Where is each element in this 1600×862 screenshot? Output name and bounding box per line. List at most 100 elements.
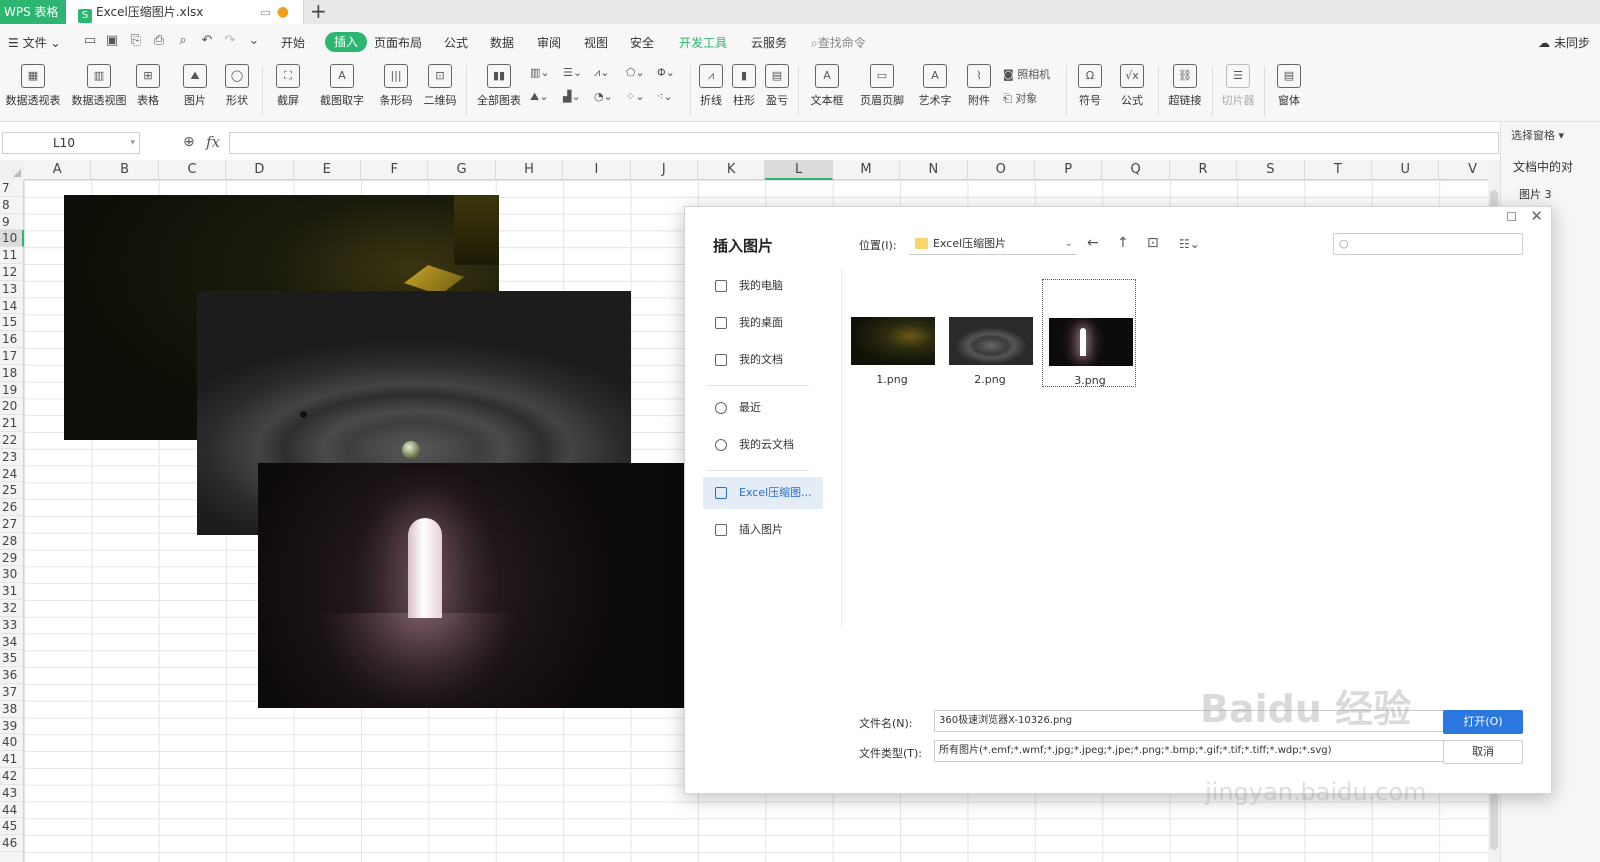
row-header-30[interactable]: 30 <box>0 566 24 584</box>
qrcode-button[interactable]: ⊡ 二维码 <box>422 64 458 108</box>
export-icon[interactable]: ⎘ <box>128 33 144 49</box>
column-header-l[interactable]: L <box>765 160 833 180</box>
close-icon[interactable]: ✕ <box>1530 207 1543 225</box>
nav-my-computer[interactable]: 我的电脑 <box>703 270 823 302</box>
row-header-38[interactable]: 38 <box>0 701 24 718</box>
nav-excel-folder[interactable]: Excel压缩图... <box>703 477 823 509</box>
row-header-31[interactable]: 31 <box>0 583 24 600</box>
inserted-picture-3[interactable] <box>258 463 684 708</box>
column-header-m[interactable]: M <box>833 160 901 180</box>
column-header-u[interactable]: U <box>1372 160 1440 180</box>
menu-developer[interactable]: 开发工具 <box>679 34 727 51</box>
column-header-q[interactable]: Q <box>1102 160 1170 180</box>
sparkline-line-button[interactable]: ⩘ 折线 <box>698 64 724 108</box>
menu-cloud[interactable]: 云服务 <box>751 34 787 51</box>
row-header-16[interactable]: 16 <box>0 331 24 348</box>
location-dropdown[interactable]: Excel压缩图片 ⌄ <box>909 233 1077 255</box>
column-header-p[interactable]: P <box>1035 160 1103 180</box>
row-header-36[interactable]: 36 <box>0 667 24 684</box>
column-header-r[interactable]: R <box>1170 160 1238 180</box>
column-header-h[interactable]: H <box>496 160 564 180</box>
barcode-button[interactable]: ||| 条形码 <box>378 64 414 108</box>
row-header-28[interactable]: 28 <box>0 533 24 550</box>
column-header-f[interactable]: F <box>361 160 429 180</box>
bar-chart-h-icon[interactable]: ☰⌄ <box>563 66 582 79</box>
column-header-c[interactable]: C <box>159 160 227 180</box>
document-tab[interactable]: S Excel压缩图片.xlsx ▭ ● <box>66 0 304 24</box>
row-header-43[interactable]: 43 <box>0 785 24 802</box>
row-header-39[interactable]: 39 <box>0 718 24 735</box>
row-header-19[interactable]: 19 <box>0 382 24 399</box>
row-header-35[interactable]: 35 <box>0 650 24 668</box>
nav-cloud-docs[interactable]: 我的云文档 <box>703 429 823 461</box>
row-header-32[interactable]: 32 <box>0 600 24 617</box>
column-header-d[interactable]: D <box>226 160 294 180</box>
column-header-b[interactable]: B <box>91 160 159 180</box>
nav-documents[interactable]: 我的文档 <box>703 344 823 376</box>
menu-view[interactable]: 视图 <box>584 34 608 51</box>
column-header-k[interactable]: K <box>698 160 766 180</box>
column-header-v[interactable]: V <box>1439 160 1488 180</box>
header-footer-button[interactable]: ▭ 页眉页脚 <box>859 64 905 108</box>
equation-button[interactable]: √x 公式 <box>1115 64 1149 108</box>
column-header-s[interactable]: S <box>1237 160 1305 180</box>
bubble-chart-icon[interactable]: ⁖⌄ <box>657 90 673 103</box>
select-all-corner[interactable] <box>0 160 24 180</box>
row-header-37[interactable]: 37 <box>0 684 24 701</box>
sparkline-winloss-button[interactable]: ▤ 盈亏 <box>764 64 790 108</box>
row-header-10[interactable]: 10 <box>0 230 24 248</box>
menu-review[interactable]: 审阅 <box>537 34 561 51</box>
attachment-button[interactable]: ⌇ 附件 <box>966 64 992 108</box>
column-chart-icon[interactable]: ▥⌄ <box>530 66 550 79</box>
view-mode-icon[interactable]: ☷⌄ <box>1179 237 1200 251</box>
column-header-e[interactable]: E <box>294 160 361 180</box>
combo-chart-icon[interactable]: ▟⌄ <box>563 90 581 103</box>
row-header-44[interactable]: 44 <box>0 802 24 819</box>
hyperlink-button[interactable]: ⛓ 超链接 <box>1166 64 1204 108</box>
ocr-button[interactable]: A 截图取字 <box>314 64 370 108</box>
pie-chart-icon[interactable]: ◔⌄ <box>594 90 613 103</box>
symbol-button[interactable]: Ω 符号 <box>1073 64 1107 108</box>
object-button[interactable]: ⎗ 对象 <box>1003 90 1037 106</box>
nav-desktop[interactable]: 我的桌面 <box>703 307 823 339</box>
filetype-select[interactable]: 所有图片(*.emf;*.wmf;*.jpg;*.jpeg;*.jpe;*.pn… <box>934 740 1444 762</box>
wordart-button[interactable]: A 艺术字 <box>914 64 956 108</box>
row-header-29[interactable]: 29 <box>0 550 24 567</box>
column-header-n[interactable]: N <box>900 160 968 180</box>
search-input[interactable]: ○ <box>1333 233 1523 255</box>
row-header-13[interactable]: 13 <box>0 281 24 298</box>
column-header-g[interactable]: G <box>428 160 496 180</box>
column-header-o[interactable]: O <box>968 160 1035 180</box>
picture-button[interactable]: ⛰ 图片 <box>178 64 212 108</box>
row-header-34[interactable]: 34 <box>0 634 24 651</box>
maximize-icon[interactable]: ☐ <box>1506 210 1517 224</box>
sync-status[interactable]: ☁ 未同步 <box>1538 34 1590 51</box>
search-command[interactable]: ⌕查找命令 <box>811 34 866 51</box>
formula-input[interactable] <box>229 132 1499 154</box>
shape-button[interactable]: ◯ 形状 <box>220 64 254 108</box>
row-header-8[interactable]: 8 <box>0 197 24 214</box>
print-preview-icon[interactable]: ⌕ <box>175 33 191 49</box>
file-menu[interactable]: ☰ 文件 ⌄ <box>8 34 60 51</box>
form-button[interactable]: ▤ 窗体 <box>1272 64 1306 108</box>
row-header-46[interactable]: 46 <box>0 835 24 852</box>
row-header-9[interactable]: 9 <box>0 214 24 231</box>
nav-insert-picture[interactable]: 插入图片 <box>703 514 823 546</box>
row-header-22[interactable]: 22 <box>0 432 24 449</box>
radar-chart-icon[interactable]: ⬠⌄ <box>626 66 645 79</box>
menu-formula[interactable]: 公式 <box>444 34 468 51</box>
row-header-7[interactable]: 7 <box>0 180 24 197</box>
undo-icon[interactable]: ↶ <box>199 33 215 49</box>
menu-security[interactable]: 安全 <box>630 34 654 51</box>
menu-page-layout[interactable]: 页面布局 <box>374 34 422 51</box>
pivot-chart-button[interactable]: ▥ 数据透视图 <box>70 64 128 108</box>
camera-button[interactable]: ◙ 照相机 <box>1003 66 1050 82</box>
row-header-41[interactable]: 41 <box>0 751 24 768</box>
screenshot-button[interactable]: ⛶ 截屏 <box>271 64 305 108</box>
row-header-14[interactable]: 14 <box>0 298 24 315</box>
save-icon[interactable]: ▣ <box>104 33 120 49</box>
file-item[interactable]: 2.png <box>943 279 1037 387</box>
menu-home[interactable]: 开始 <box>281 34 305 51</box>
zoom-icon[interactable]: ⊕ <box>183 134 195 150</box>
nav-recent[interactable]: 最近 <box>703 392 823 424</box>
